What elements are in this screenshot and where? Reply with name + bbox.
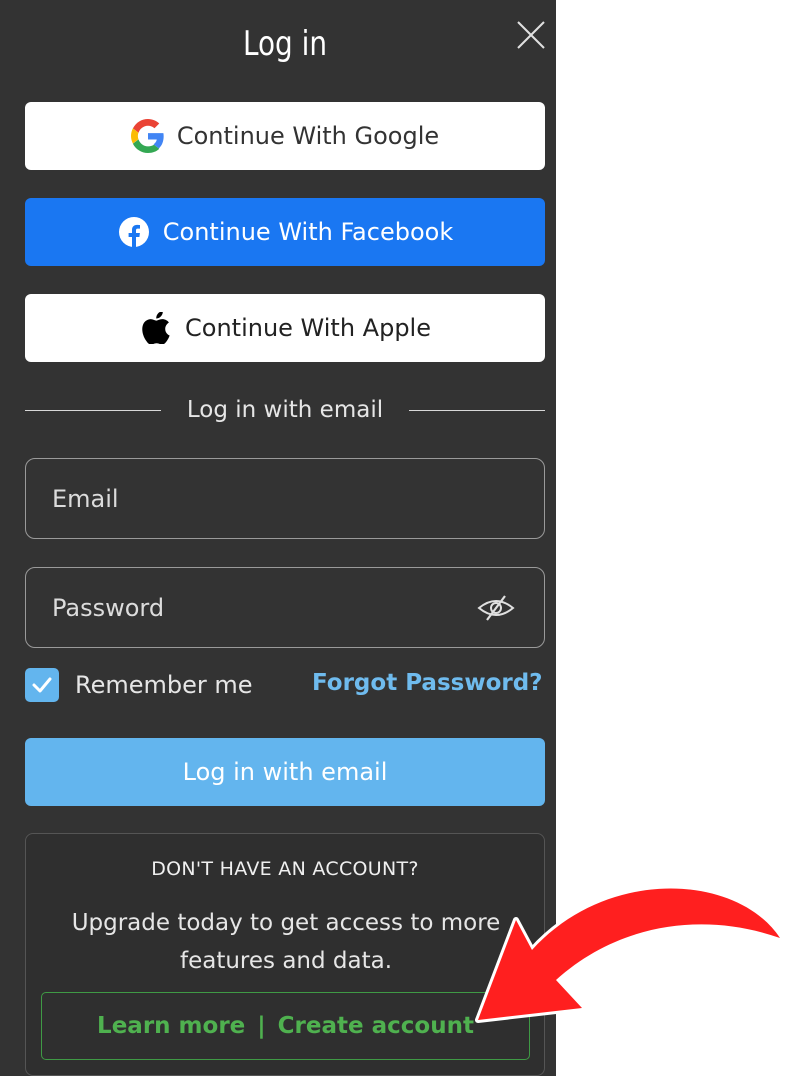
- checkmark-icon: [32, 677, 52, 693]
- forgot-password-link[interactable]: Forgot Password?: [312, 670, 543, 696]
- email-input[interactable]: [52, 484, 518, 513]
- continue-with-facebook-button[interactable]: Continue With Facebook: [25, 198, 545, 266]
- create-account-link[interactable]: Create account: [278, 1013, 474, 1039]
- password-field[interactable]: [25, 567, 545, 648]
- remember-me-checkbox[interactable]: [25, 668, 59, 702]
- facebook-icon: [117, 215, 151, 249]
- remember-me-control[interactable]: Remember me: [25, 667, 253, 703]
- promo-links-box: Learn more | Create account: [41, 992, 530, 1060]
- divider-text: Log in with email: [186, 397, 384, 423]
- email-field[interactable]: [25, 458, 545, 539]
- eye-slash-icon[interactable]: [474, 591, 518, 625]
- remember-me-label: Remember me: [75, 671, 253, 699]
- apple-icon: [139, 311, 173, 345]
- facebook-button-label: Continue With Facebook: [162, 218, 454, 246]
- divider-line-left: [25, 409, 161, 411]
- google-icon: [130, 119, 165, 153]
- dialog-title: Log in: [242, 24, 328, 64]
- divider-line-right: [409, 409, 545, 411]
- learn-more-link[interactable]: Learn more: [97, 1013, 245, 1039]
- promo-body: Upgrade today to get access to more feat…: [71, 910, 501, 974]
- red-arrow-annotation: [475, 885, 783, 1023]
- link-separator: |: [257, 1013, 266, 1039]
- email-divider: Log in with email: [25, 392, 545, 428]
- close-icon[interactable]: [514, 18, 548, 52]
- continue-with-google-button[interactable]: Continue With Google: [25, 102, 545, 170]
- apple-button-label: Continue With Apple: [185, 314, 431, 342]
- login-with-email-button[interactable]: Log in with email: [25, 738, 545, 806]
- continue-with-apple-button[interactable]: Continue With Apple: [25, 294, 545, 362]
- password-input[interactable]: [52, 593, 474, 622]
- google-button-label: Continue With Google: [176, 122, 440, 150]
